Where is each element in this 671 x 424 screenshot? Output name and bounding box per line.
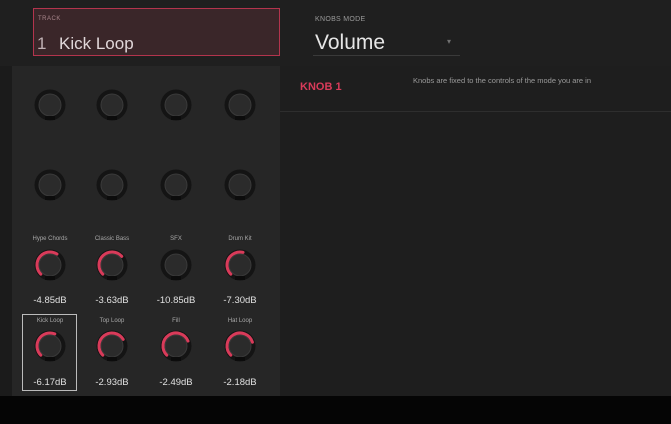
knob-8[interactable] xyxy=(222,167,258,203)
knob-5[interactable] xyxy=(32,167,68,203)
knobs-mode-label: KNOBS MODE xyxy=(315,16,366,23)
knob-6[interactable] xyxy=(94,167,130,203)
channel-name: SFX xyxy=(170,236,182,242)
track-number: 1 xyxy=(37,34,47,53)
channel-volume-value: -10.85dB xyxy=(156,295,196,306)
channel-name: Fill xyxy=(172,318,180,324)
channel-volume-value: -2.49dB xyxy=(159,377,193,388)
volume-knob[interactable] xyxy=(158,247,194,283)
divider xyxy=(313,55,460,56)
volume-knob[interactable] xyxy=(32,247,68,283)
volume-knob[interactable] xyxy=(222,328,258,364)
knob-3[interactable] xyxy=(158,87,194,123)
knobs-mode-dropdown[interactable]: Volume xyxy=(315,31,385,55)
volume-knob[interactable] xyxy=(94,247,130,283)
volume-knob[interactable] xyxy=(94,328,130,364)
channel-volume-value: -2.93dB xyxy=(95,377,129,388)
channel-name: Hype Chords xyxy=(32,236,68,242)
channel-name: Classic Bass xyxy=(94,236,130,242)
track-label: TRACK xyxy=(38,16,61,22)
channel-volume-value: -2.18dB xyxy=(223,377,257,388)
channel-volume-value: -7.30dB xyxy=(223,295,257,306)
track-name: Kick Loop xyxy=(59,34,134,53)
selected-knob-name: KNOB 1 xyxy=(300,81,342,93)
channel-name: Drum Kit xyxy=(228,236,252,242)
header-bar: TRACK 1 Kick Loop KNOBS MODE Volume ▾ xyxy=(0,0,671,66)
knob-2[interactable] xyxy=(94,87,130,123)
channel-name: Hat Loop xyxy=(227,318,253,324)
selected-knob-description: Knobs are fixed to the controls of the m… xyxy=(413,76,592,85)
knob-info-panel: KNOB 1 Knobs are fixed to the controls o… xyxy=(280,66,671,396)
channel-volume-value: -4.85dB xyxy=(33,295,67,306)
channel-name: Top Loop xyxy=(99,318,125,324)
volume-knob[interactable] xyxy=(222,247,258,283)
volume-knob[interactable] xyxy=(158,328,194,364)
knob-1[interactable] xyxy=(32,87,68,123)
bottom-bar xyxy=(0,396,671,424)
chevron-down-icon[interactable]: ▾ xyxy=(447,37,451,46)
knob-info-row: KNOB 1 Knobs are fixed to the controls o… xyxy=(280,66,671,112)
knob-7[interactable] xyxy=(158,167,194,203)
channel-volume-value: -3.63dB xyxy=(95,295,129,306)
knob-4[interactable] xyxy=(222,87,258,123)
selected-channel-highlight xyxy=(22,314,77,391)
track-selector[interactable]: TRACK 1 Kick Loop xyxy=(33,8,280,56)
